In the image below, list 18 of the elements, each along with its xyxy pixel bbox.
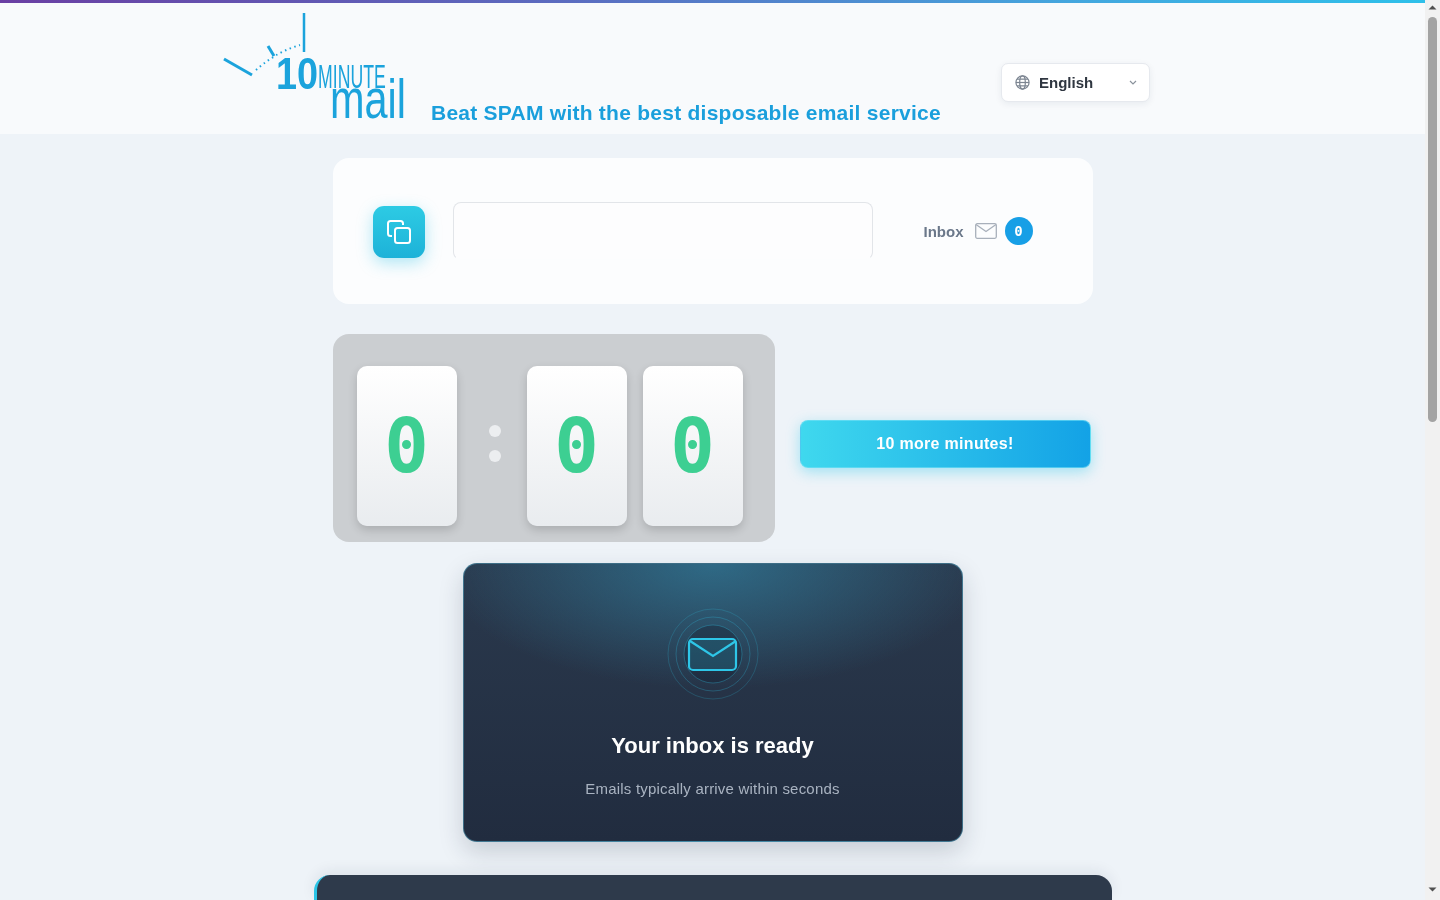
globe-icon xyxy=(1015,75,1030,90)
inbox-count: 0 xyxy=(1004,217,1033,245)
inbox-label: Inbox xyxy=(923,222,964,240)
envelope-icon xyxy=(666,608,759,700)
timer-digit: 0 xyxy=(356,366,457,526)
timer-digit: 0 xyxy=(642,366,743,526)
chevron-down-icon xyxy=(1129,80,1137,85)
panel-title: Your inbox is ready xyxy=(611,732,814,760)
envelope-icon xyxy=(974,223,997,239)
email-address-field[interactable] xyxy=(452,202,873,260)
copy-button[interactable] xyxy=(372,206,425,258)
copy-icon xyxy=(385,219,412,245)
scrollbar[interactable] xyxy=(1425,0,1440,900)
tagline: Beat SPAM with the best disposable email service xyxy=(431,101,941,125)
language-select[interactable]: English xyxy=(1001,63,1150,102)
timer-digit: 0 xyxy=(526,366,627,526)
panel-subtitle: Emails typically arrive within seconds xyxy=(585,779,840,799)
colon-dots-icon xyxy=(488,424,501,462)
